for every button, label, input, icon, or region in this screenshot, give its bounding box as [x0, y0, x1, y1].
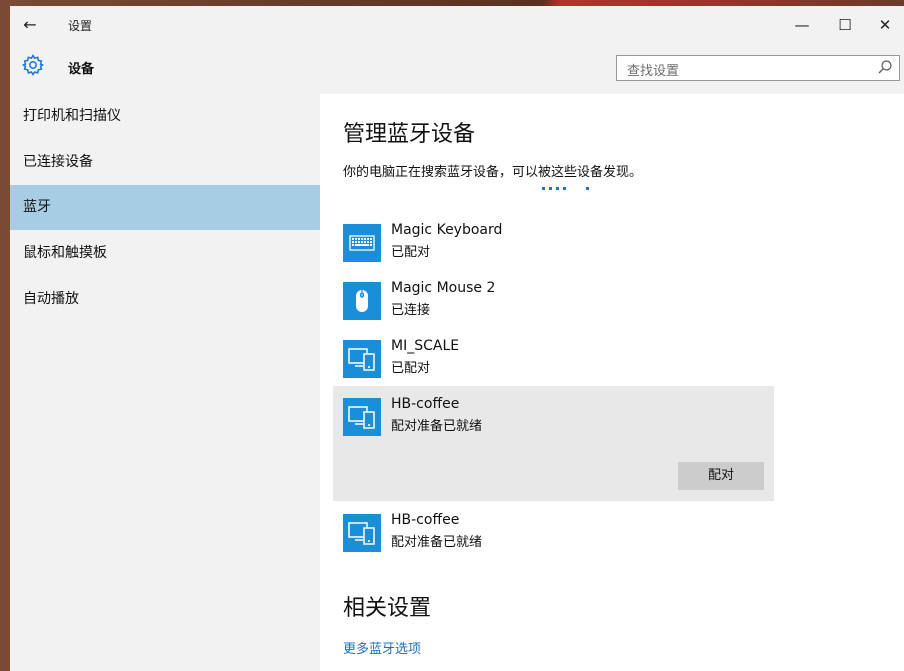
page-header: 设备 查找设置: [10, 44, 904, 94]
device-name: HB-coffee: [391, 512, 460, 528]
pair-button[interactable]: 配对: [678, 462, 764, 490]
device-icon: [343, 340, 381, 378]
gear-icon: [21, 54, 45, 76]
search-icon[interactable]: [877, 59, 893, 75]
device-item-magic-mouse[interactable]: Magic Mouse 2 已连接: [333, 280, 774, 336]
device-name: Magic Keyboard: [391, 222, 503, 238]
mouse-icon: [343, 282, 381, 320]
sidebar-item-mouse-touchpad[interactable]: 鼠标和触摸板: [10, 231, 320, 276]
sidebar-item-bluetooth[interactable]: 蓝牙: [10, 185, 320, 230]
back-arrow-icon[interactable]: ←: [20, 15, 40, 35]
device-name: Magic Mouse 2: [391, 280, 496, 296]
device-item-hb-coffee[interactable]: HB-coffee 配对准备已就绪: [333, 512, 774, 568]
more-bluetooth-options-link[interactable]: 更多蓝牙选项: [343, 638, 421, 657]
title-bar: ← 设置 — ☐ ✕: [10, 6, 904, 44]
keyboard-icon: [343, 224, 381, 262]
searching-progress-indicator: [542, 187, 622, 193]
search-placeholder: 查找设置: [627, 64, 680, 79]
device-icon: [343, 514, 381, 552]
minimize-button[interactable]: —: [782, 11, 822, 39]
device-status: 配对准备已就绪: [391, 535, 483, 550]
sidebar-item-connected-devices[interactable]: 已连接设备: [10, 140, 320, 185]
device-status: 已连接: [391, 303, 431, 318]
sidebar: 打印机和扫描仪 已连接设备 蓝牙 鼠标和触摸板 自动播放: [10, 94, 320, 671]
section-title: 管理蓝牙设备: [343, 122, 476, 147]
device-item-hb-coffee-selected[interactable]: HB-coffee 配对准备已就绪 配对: [333, 386, 774, 501]
close-button[interactable]: ✕: [865, 11, 904, 39]
device-name: MI_SCALE: [391, 338, 460, 354]
main-content: 管理蓝牙设备 你的电脑正在搜索蓝牙设备，可以被这些设备发现。 Magic Key…: [320, 94, 904, 671]
device-status: 已配对: [391, 245, 431, 260]
maximize-button[interactable]: ☐: [825, 11, 865, 39]
device-icon: [343, 398, 381, 436]
settings-window: ← 设置 — ☐ ✕ 设备 查找设置 打印机和扫描仪 已连接设备 蓝牙 鼠标和触…: [10, 6, 904, 671]
sidebar-item-autoplay[interactable]: 自动播放: [10, 277, 320, 322]
sidebar-item-printers[interactable]: 打印机和扫描仪: [10, 94, 320, 139]
device-item-magic-keyboard[interactable]: Magic Keyboard 已配对: [333, 222, 774, 278]
device-name: HB-coffee: [391, 396, 460, 412]
window-title: 设置: [68, 19, 93, 33]
device-status: 已配对: [391, 361, 431, 376]
device-status: 配对准备已就绪: [391, 419, 483, 434]
related-settings-title: 相关设置: [343, 596, 432, 621]
page-title: 设备: [68, 62, 95, 77]
discovery-description: 你的电脑正在搜索蓝牙设备，可以被这些设备发现。: [343, 165, 643, 180]
search-input[interactable]: 查找设置: [616, 55, 900, 81]
